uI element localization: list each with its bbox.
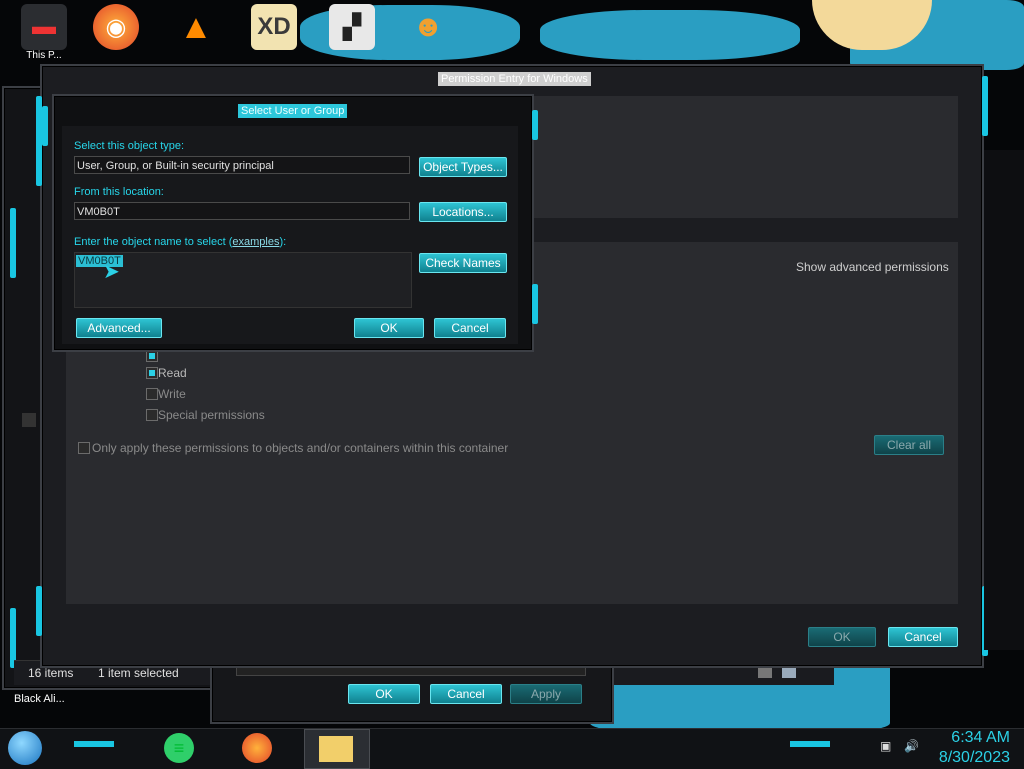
network-icon[interactable]: ▣ xyxy=(880,739,891,753)
frame-accent xyxy=(982,76,988,136)
frame-accent xyxy=(532,284,538,324)
perm-read-label: Read xyxy=(158,366,187,380)
select-ok-button[interactable]: OK xyxy=(354,318,424,338)
frame-accent xyxy=(42,106,48,146)
app-icon: ▞ xyxy=(329,4,375,50)
location-label: From this location: xyxy=(74,186,164,198)
only-apply-label: Only apply these permissions to objects … xyxy=(92,441,509,455)
firefox-icon: ◉ xyxy=(93,4,139,50)
clock-time[interactable]: 6:34 AM xyxy=(940,729,1010,747)
enter-label-suffix: ): xyxy=(279,236,287,248)
hxd-icon: XD xyxy=(251,4,297,50)
desktop-icon-this-pc[interactable]: ▬ This P... xyxy=(14,4,74,68)
object-types-button[interactable]: Object Types... xyxy=(419,157,507,177)
firefox-taskbar-icon[interactable] xyxy=(242,733,272,763)
items-count: 16 items xyxy=(28,666,74,680)
properties-ok-button[interactable]: OK xyxy=(348,684,420,704)
clock-date[interactable]: 8/30/2023 xyxy=(936,749,1010,767)
properties-cancel-button[interactable]: Cancel xyxy=(430,684,502,704)
object-name-textarea[interactable]: VM0B0T ➤ xyxy=(74,252,412,308)
user-icon: ☻ xyxy=(412,10,444,43)
wallpaper-shape xyxy=(540,10,800,60)
desktop-icon-vlc[interactable]: ▲ xyxy=(166,4,226,68)
show-advanced-link[interactable]: Show advanced permissions xyxy=(796,260,949,274)
desktop-icon-app[interactable]: ▞ xyxy=(322,4,382,68)
enter-label-prefix: Enter the object name to select ( xyxy=(74,236,233,248)
taskbar-accent xyxy=(74,741,114,747)
taskbar-accent xyxy=(790,741,830,747)
file-explorer-taskbar-button[interactable] xyxy=(304,729,370,769)
enter-object-label: Enter the object name to select (example… xyxy=(74,236,286,248)
clear-all-button[interactable]: Clear all xyxy=(874,435,944,455)
permission-window-title: Permission Entry for Windows xyxy=(438,72,591,86)
locations-button[interactable]: Locations... xyxy=(419,202,507,222)
volume-icon[interactable]: 🔊 xyxy=(904,739,919,753)
frame-accent xyxy=(10,608,16,668)
taskbar: ≡ ▣ 🔊 6:34 AM 8/30/2023 xyxy=(0,728,1024,769)
properties-window: OK Cancel Apply xyxy=(210,660,614,724)
perm-special-checkbox[interactable] xyxy=(146,409,158,421)
folder-icon xyxy=(319,736,353,762)
select-cancel-button[interactable]: Cancel xyxy=(434,318,506,338)
frame-accent xyxy=(10,208,16,278)
frame-accent xyxy=(532,110,538,140)
examples-link[interactable]: examples xyxy=(232,236,279,248)
start-button[interactable] xyxy=(8,731,42,765)
desktop-icon-firefox[interactable]: ◉ xyxy=(86,4,146,68)
right-rail xyxy=(984,150,1024,650)
only-apply-checkbox[interactable] xyxy=(78,442,90,454)
computer-icon: ▬ xyxy=(21,4,67,50)
select-dialog-title: Select User or Group xyxy=(238,104,348,118)
selected-count: 1 item selected xyxy=(98,666,179,680)
scrollbar-thumb[interactable] xyxy=(22,413,36,427)
permission-cancel-button[interactable]: Cancel xyxy=(888,627,958,647)
desktop-icon-label: This P... xyxy=(26,50,62,61)
advanced-button[interactable]: Advanced... xyxy=(76,318,162,338)
perm-write-checkbox[interactable] xyxy=(146,388,158,400)
permission-ok-button[interactable]: OK xyxy=(808,627,876,647)
mouse-cursor-icon: ➤ xyxy=(103,261,120,283)
spotify-icon[interactable]: ≡ xyxy=(164,733,194,763)
perm-write-label: Write xyxy=(158,387,186,401)
vlc-icon: ▲ xyxy=(179,7,213,46)
desktop-icon-user[interactable]: ☻ xyxy=(398,4,458,68)
perm-special-label: Special permissions xyxy=(158,408,265,422)
desktop-icon-hxd[interactable]: XD xyxy=(244,4,304,68)
select-dialog-body: Select this object type: User, Group, or… xyxy=(62,126,518,344)
desktop-label-bottom: Black Ali... xyxy=(14,693,65,705)
object-type-field: User, Group, or Built-in security princi… xyxy=(74,156,410,174)
location-field: VM0B0T xyxy=(74,202,410,220)
frame-accent xyxy=(36,586,42,636)
check-names-button[interactable]: Check Names xyxy=(419,253,507,273)
perm-read-checkbox[interactable] xyxy=(146,367,158,379)
properties-apply-button[interactable]: Apply xyxy=(510,684,582,704)
object-type-label: Select this object type: xyxy=(74,140,185,152)
select-user-dialog: Select User or Group Select this object … xyxy=(42,94,538,352)
